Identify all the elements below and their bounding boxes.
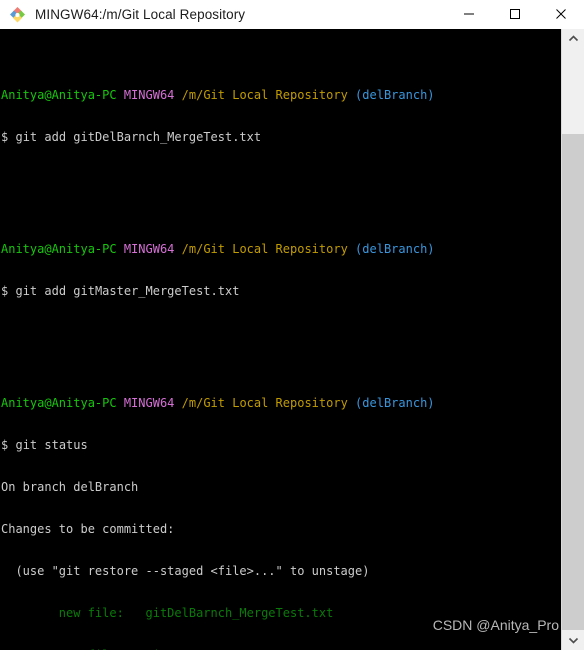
prompt-line: Anitya@Anitya-PC MINGW64 /m/Git Local Re… bbox=[1, 242, 561, 256]
prompt-symbol: $ bbox=[1, 130, 9, 144]
prompt-path: /m/Git Local Repository bbox=[181, 88, 348, 102]
scrollbar-track[interactable] bbox=[562, 49, 584, 630]
command-line: $ git add gitMaster_MergeTest.txt bbox=[1, 284, 561, 298]
watermark: CSDN @Anitya_Pro bbox=[432, 617, 559, 633]
status-changes-header: Changes to be committed: bbox=[1, 522, 175, 536]
status-restore-hint: (use "git restore --staged <file>..." to… bbox=[1, 564, 370, 578]
status-on-branch: On branch delBranch bbox=[1, 480, 139, 494]
command-text: git status bbox=[15, 438, 88, 452]
window-title: MINGW64:/m/Git Local Repository bbox=[35, 6, 246, 22]
terminal-output[interactable]: Anitya@Anitya-PC MINGW64 /m/Git Local Re… bbox=[0, 29, 561, 650]
window-controls bbox=[446, 0, 584, 28]
command-line: $ git add gitDelBarnch_MergeTest.txt bbox=[1, 130, 561, 144]
prompt-shell: MINGW64 bbox=[123, 396, 175, 410]
command-text: git add gitDelBarnch_MergeTest.txt bbox=[15, 130, 262, 144]
title-bar: MINGW64:/m/Git Local Repository bbox=[0, 0, 584, 29]
prompt-branch: (delBranch) bbox=[355, 88, 435, 102]
mintty-terminal-window: MINGW64:/m/Git Local Repository Anitya@A… bbox=[0, 0, 584, 650]
prompt-symbol: $ bbox=[1, 284, 9, 298]
command-line: $ git status bbox=[1, 438, 561, 452]
scroll-down-arrow[interactable] bbox=[562, 630, 584, 650]
staged-file: new file: gitDelBarnch_MergeTest.txt bbox=[1, 606, 334, 620]
minimize-button[interactable] bbox=[446, 0, 492, 28]
prompt-line: Anitya@Anitya-PC MINGW64 /m/Git Local Re… bbox=[1, 88, 561, 102]
prompt-path: /m/Git Local Repository bbox=[181, 242, 348, 256]
prompt-symbol: $ bbox=[1, 438, 9, 452]
prompt-shell: MINGW64 bbox=[123, 242, 175, 256]
prompt-path: /m/Git Local Repository bbox=[181, 396, 348, 410]
prompt-shell: MINGW64 bbox=[123, 88, 175, 102]
prompt-branch: (delBranch) bbox=[355, 396, 435, 410]
prompt-user: Anitya@Anitya-PC bbox=[1, 88, 117, 102]
mingw-diamond-icon bbox=[9, 6, 26, 23]
terminal-area: Anitya@Anitya-PC MINGW64 /m/Git Local Re… bbox=[0, 29, 584, 650]
prompt-line: Anitya@Anitya-PC MINGW64 /m/Git Local Re… bbox=[1, 396, 561, 410]
scroll-up-arrow[interactable] bbox=[562, 29, 584, 49]
scrollbar-thumb[interactable] bbox=[562, 134, 584, 630]
prompt-branch: (delBranch) bbox=[355, 242, 435, 256]
prompt-user: Anitya@Anitya-PC bbox=[1, 396, 117, 410]
command-text: git add gitMaster_MergeTest.txt bbox=[15, 284, 240, 298]
prompt-user: Anitya@Anitya-PC bbox=[1, 242, 117, 256]
vertical-scrollbar[interactable] bbox=[561, 29, 584, 650]
maximize-button[interactable] bbox=[492, 0, 538, 28]
close-button[interactable] bbox=[538, 0, 584, 28]
